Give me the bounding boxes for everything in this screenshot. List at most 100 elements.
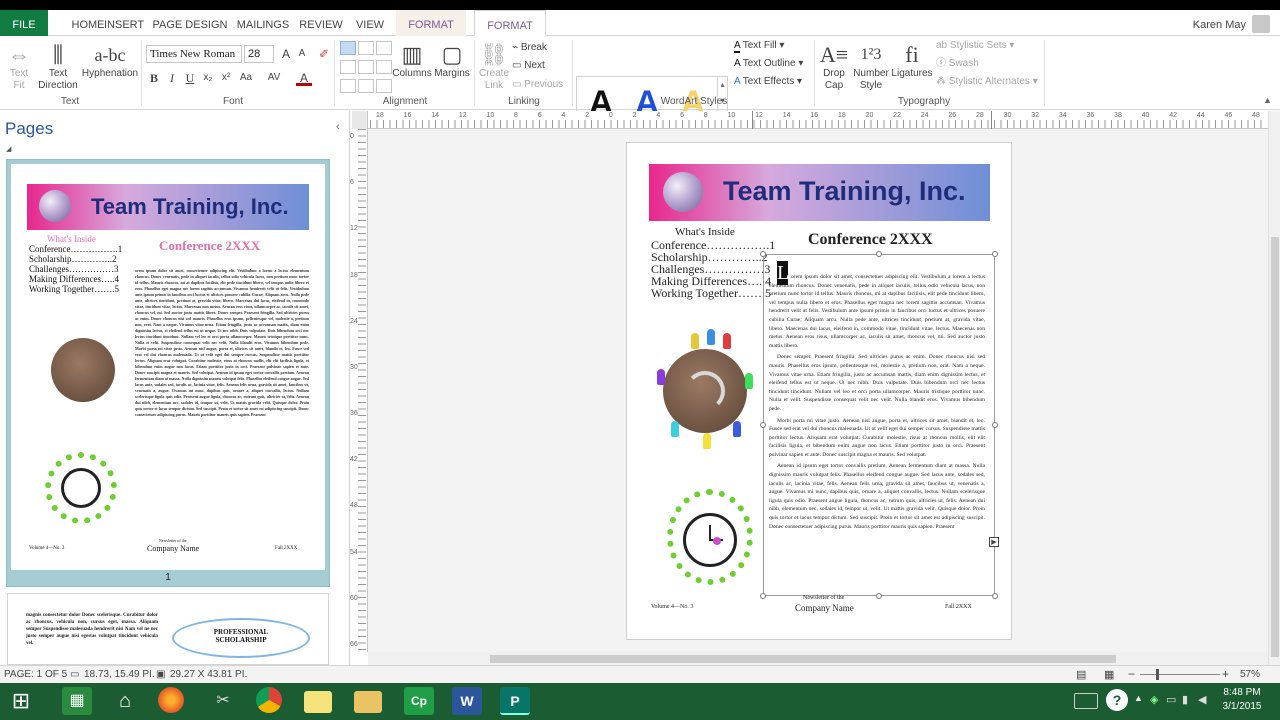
font-name-box[interactable]: Times New Roman: [146, 45, 242, 63]
help-icon[interactable]: ?: [1106, 689, 1128, 711]
battery-icon[interactable]: ▭: [1166, 693, 1176, 706]
notes-icon[interactable]: [304, 691, 332, 713]
taskbar-time[interactable]: 8:48 PM: [1222, 687, 1262, 698]
store-icon[interactable]: ▦: [62, 687, 92, 715]
shrink-font-icon[interactable]: A: [294, 46, 310, 62]
clear-format-icon[interactable]: ✐: [316, 46, 332, 62]
tab-mailings[interactable]: MAILINGS: [234, 10, 292, 36]
collapse-ribbon-icon[interactable]: ▲: [1263, 95, 1272, 105]
single-page-view-icon[interactable]: ▤: [1076, 668, 1086, 681]
vertical-scrollbar[interactable]: [1268, 111, 1280, 665]
home-icon[interactable]: ⌂: [110, 687, 140, 715]
italic-button[interactable]: I: [164, 70, 180, 86]
align-middle-right-icon[interactable]: [376, 60, 392, 74]
ruler-text-box-margins[interactable]: [752, 111, 992, 129]
resize-handle[interactable]: [876, 593, 882, 599]
next-button[interactable]: ▭ Next: [512, 60, 545, 72]
chrome-icon[interactable]: [256, 687, 282, 713]
ligatures-button[interactable]: fi Ligatures: [890, 42, 934, 80]
conference-heading[interactable]: Conference 2XXX: [808, 231, 933, 249]
footer-newsletter-of[interactable]: Newsletter of the: [803, 595, 844, 601]
tab-insert[interactable]: INSERT: [104, 10, 144, 36]
zoom-level[interactable]: 57%: [1240, 669, 1260, 680]
page-thumbnail-2[interactable]: magnis consectetur dolor Donec scelerisq…: [7, 593, 329, 665]
margins-button[interactable]: ▢ Margins: [432, 42, 472, 80]
camtasia-icon[interactable]: Cp: [404, 687, 434, 715]
zoom-slider[interactable]: [1140, 674, 1220, 675]
tab-format-text[interactable]: FORMAT: [396, 10, 466, 36]
align-top-right-icon[interactable]: [376, 41, 392, 55]
text-effects-button[interactable]: A Text Effects ▾: [734, 76, 802, 88]
footer-date[interactable]: Fall 2XXX: [945, 604, 972, 610]
tab-review[interactable]: REVIEW: [298, 10, 344, 36]
tray-arrow-icon[interactable]: ▲: [1134, 693, 1143, 703]
resize-handle[interactable]: [992, 422, 998, 428]
word-icon[interactable]: W: [452, 687, 482, 715]
tools-icon[interactable]: ✂: [208, 687, 238, 715]
horizontal-ruler[interactable]: 18 16 14 12 10 8 6 4 2 0 2 4 6 8 10 12 14 16 18 20 22 24 26 28 3…: [352, 111, 1268, 129]
page-indicator[interactable]: PAGE: 1 OF 5: [4, 669, 67, 680]
superscript-icon[interactable]: x²: [218, 70, 234, 86]
resize-handle[interactable]: [992, 251, 998, 257]
tab-page-design[interactable]: PAGE DESIGN: [152, 10, 228, 36]
tray-app-icon[interactable]: ◈: [1150, 693, 1158, 706]
newsletter-banner[interactable]: Team Training, Inc.: [649, 164, 990, 221]
align-middle-center-icon[interactable]: [358, 60, 374, 74]
footer-volume[interactable]: Volume 4—No. 3: [651, 604, 693, 610]
columns-button[interactable]: ▥ Columns: [392, 42, 432, 80]
horizontal-scroll-thumb[interactable]: [490, 655, 1116, 663]
text-direction-button[interactable]: ⫼ Text Direction: [36, 42, 80, 92]
keyboard-icon[interactable]: [1074, 693, 1098, 709]
underline-button[interactable]: U: [182, 70, 198, 86]
volume-icon[interactable]: ◀: [1198, 693, 1206, 706]
text-overflow-arrow-icon[interactable]: ▶: [989, 537, 999, 547]
align-bottom-right-icon[interactable]: [376, 79, 392, 93]
publisher-icon[interactable]: P: [500, 687, 530, 715]
publication-page[interactable]: Team Training, Inc. What's Inside Confer…: [626, 142, 1012, 640]
text-outline-button[interactable]: A Text Outline ▾: [734, 58, 803, 70]
tab-file[interactable]: FILE: [0, 10, 48, 36]
windows-start-icon[interactable]: ⊞: [6, 687, 36, 715]
font-size-box[interactable]: 28: [244, 45, 274, 63]
change-case-icon[interactable]: Aa: [238, 70, 254, 86]
tab-format-active[interactable]: FORMAT: [474, 10, 546, 36]
resize-handle[interactable]: [760, 251, 766, 257]
resize-handle[interactable]: [760, 593, 766, 599]
collapse-pane-icon[interactable]: ‹: [336, 121, 340, 133]
file-explorer-icon[interactable]: [354, 691, 382, 713]
align-top-left-icon[interactable]: [340, 41, 356, 55]
break-button[interactable]: ⌁ Break: [512, 42, 547, 54]
font-color-icon[interactable]: A: [296, 70, 312, 86]
character-spacing-icon[interactable]: AV: [266, 70, 282, 86]
taskbar-date[interactable]: 3/1/2015: [1222, 701, 1262, 712]
expand-triangle-icon[interactable]: ◢: [6, 145, 11, 153]
number-style-button[interactable]: 1²3 Number Style: [852, 42, 890, 92]
subscript-icon[interactable]: x₂: [200, 70, 216, 86]
tab-view[interactable]: VIEW: [350, 10, 390, 36]
vertical-scroll-thumb[interactable]: [1271, 237, 1279, 657]
firefox-icon[interactable]: [158, 687, 184, 713]
zoom-slider-thumb[interactable]: [1156, 669, 1159, 680]
resize-handle[interactable]: [876, 251, 882, 257]
grow-font-icon[interactable]: A: [278, 46, 294, 62]
text-fill-button[interactable]: A Text Fill ▾: [734, 40, 784, 53]
article-body-text[interactable]: orem ipsum dolor sit amet, consectetuer …: [769, 273, 985, 589]
table-of-contents[interactable]: Conference…………….1 Scholarship…………..2 Cha…: [651, 239, 775, 299]
network-icon[interactable]: ▮: [1182, 693, 1188, 706]
zoom-out-icon[interactable]: −: [1128, 667, 1135, 681]
two-page-view-icon[interactable]: ▦: [1104, 668, 1114, 681]
align-bottom-left-icon[interactable]: [340, 79, 356, 93]
resize-handle[interactable]: [760, 422, 766, 428]
drop-cap-button[interactable]: A≡ Drop Cap: [818, 42, 850, 92]
align-middle-left-icon[interactable]: [340, 60, 356, 74]
page-thumbnail-1[interactable]: Team Training, Inc. What's Inside Confer…: [6, 159, 330, 587]
footer-company-name[interactable]: Company Name: [795, 603, 854, 613]
vertical-ruler[interactable]: 0 6 12 18 24 30 36 42 48 54 60 66: [350, 129, 368, 652]
align-bottom-center-icon[interactable]: [358, 79, 374, 93]
hyphenation-button[interactable]: a-bc Hyphenation: [80, 42, 140, 80]
avatar[interactable]: [1252, 15, 1270, 33]
bold-button[interactable]: B: [146, 70, 162, 86]
resize-handle[interactable]: [992, 593, 998, 599]
zoom-in-icon[interactable]: +: [1222, 667, 1229, 681]
align-top-center-icon[interactable]: [358, 41, 374, 55]
